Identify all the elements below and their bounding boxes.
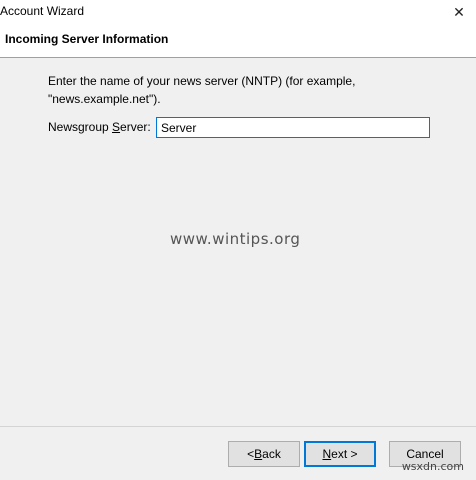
label-part-pre: Newsgroup	[48, 120, 113, 134]
newsgroup-server-input[interactable]	[156, 117, 430, 138]
newsgroup-server-label: Newsgroup Server:	[48, 120, 151, 134]
footer-divider	[0, 426, 476, 427]
back-mnemonic: B	[254, 447, 263, 461]
next-mnemonic: N	[322, 447, 332, 461]
title-bar: Account Wizard ✕	[0, 0, 476, 24]
label-mnemonic: S	[112, 120, 121, 134]
back-prefix: <	[247, 447, 255, 461]
back-suffix: ack	[262, 447, 281, 461]
next-button[interactable]: Next >	[304, 441, 376, 467]
page-title: Incoming Server Information	[5, 32, 169, 46]
label-part-post: erver:	[120, 120, 151, 134]
wizard-header: Incoming Server Information	[0, 24, 476, 58]
instructions-line-1: Enter the name of your news server (NNTP…	[48, 74, 356, 88]
instructions-line-2: "news.example.net").	[48, 92, 161, 106]
window-title: Account Wizard	[0, 4, 85, 18]
close-icon[interactable]: ✕	[442, 0, 476, 24]
next-suffix: ext >	[331, 447, 358, 461]
watermark-text: www.wintips.org	[170, 230, 301, 248]
instructions-text: Enter the name of your news server (NNTP…	[48, 72, 448, 108]
corner-watermark: wsxdn.com	[401, 460, 464, 473]
back-button[interactable]: < Back	[228, 441, 300, 467]
